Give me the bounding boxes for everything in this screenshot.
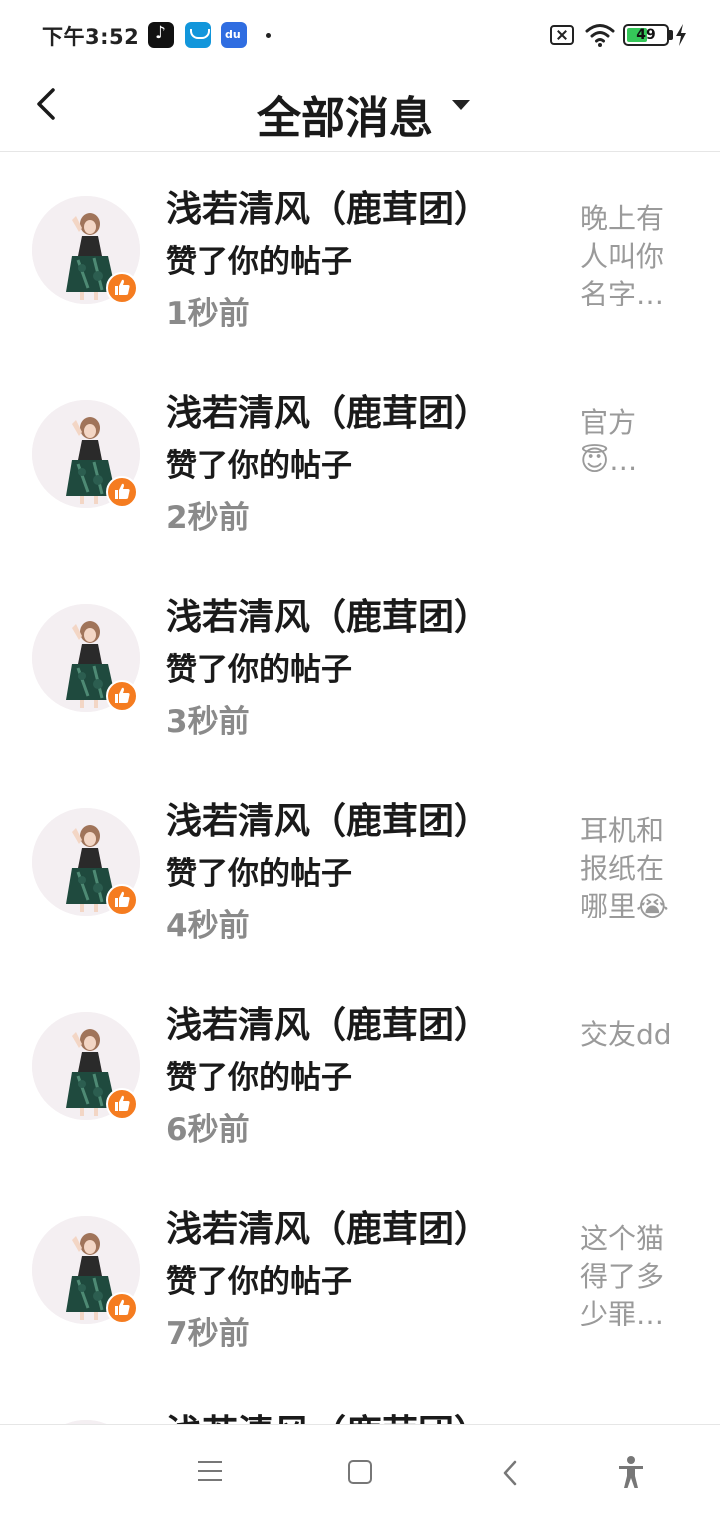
charging-icon — [676, 24, 686, 46]
list-item[interactable]: 浅若清风（鹿茸团） 赞了你的帖子 — [0, 1376, 720, 1424]
thumbs-up-icon — [106, 476, 138, 508]
time-ago: 1秒前 — [166, 296, 250, 332]
battery-icon: 49 — [623, 24, 669, 46]
sender-name: 浅若清风（鹿茸团） — [166, 1209, 491, 1250]
thumbs-up-icon — [106, 884, 138, 916]
action-text: 赞了你的帖子 — [166, 856, 352, 892]
header: 全部消息 — [0, 70, 720, 152]
list-item[interactable]: 浅若清风（鹿茸团） 赞了你的帖子 4秒前 耳机和报纸在哪里😭 — [0, 764, 720, 968]
post-preview[interactable]: 耳机和报纸在哪里😭 — [580, 812, 676, 918]
thumbs-up-icon — [106, 272, 138, 304]
sender-name: 浅若清风（鹿茸团） — [166, 189, 491, 230]
action-text: 赞了你的帖子 — [166, 448, 352, 484]
post-preview[interactable]: 这个猫得了多少罪… — [580, 1220, 676, 1326]
sender-name: 浅若清风（鹿茸团） — [166, 1005, 491, 1046]
message-list[interactable]: 浅若清风（鹿茸团） 赞了你的帖子 1秒前 晚上有人叫你名字… 浅若清风（鹿茸团）… — [0, 152, 720, 1424]
sender-name: 浅若清风（鹿茸团） — [166, 393, 491, 434]
time-ago: 2秒前 — [166, 500, 250, 536]
accessibility-icon[interactable] — [616, 1455, 646, 1489]
thumbs-up-icon — [106, 1292, 138, 1324]
thumbs-up-icon — [106, 680, 138, 712]
list-item[interactable]: 浅若清风（鹿茸团） 赞了你的帖子 7秒前 这个猫得了多少罪… — [0, 1172, 720, 1376]
action-text: 赞了你的帖子 — [166, 652, 352, 688]
chevron-down-icon[interactable] — [452, 100, 470, 110]
post-preview[interactable]: 交友dd — [580, 1016, 676, 1054]
battery-tip — [669, 30, 673, 40]
action-text: 赞了你的帖子 — [166, 1060, 352, 1096]
sender-name: 浅若清风（鹿茸团） — [166, 1404, 490, 1424]
action-text: 赞了你的帖子 — [166, 244, 352, 280]
list-item[interactable]: 浅若清风（鹿茸团） 赞了你的帖子 1秒前 晚上有人叫你名字… — [0, 152, 720, 356]
list-item[interactable]: 浅若清风（鹿茸团） 赞了你的帖子 2秒前 官方😇… — [0, 356, 720, 560]
sender-name: 浅若清风（鹿茸团） — [166, 801, 491, 842]
page-title[interactable]: 全部消息 — [0, 82, 720, 146]
mail-icon — [185, 22, 211, 48]
sender-name: 浅若清风（鹿茸团） — [166, 597, 491, 638]
status-bar: 下午3:52 49 — [0, 0, 720, 70]
baidu-icon — [221, 22, 247, 48]
thumbs-up-icon — [106, 1088, 138, 1120]
list-item[interactable]: 浅若清风（鹿茸团） 赞了你的帖子 6秒前 交友dd — [0, 968, 720, 1172]
time-ago: 3秒前 — [166, 704, 250, 740]
post-preview[interactable]: 晚上有人叫你名字… — [580, 200, 676, 306]
post-preview[interactable]: 官方😇… — [580, 404, 676, 480]
time-ago: 4秒前 — [166, 908, 250, 944]
time-ago: 7秒前 — [166, 1316, 250, 1352]
no-sim-icon — [550, 25, 574, 45]
action-text: 赞了你的帖子 — [166, 1264, 352, 1300]
status-time: 下午3:52 — [42, 25, 140, 49]
tiktok-icon — [148, 22, 174, 48]
time-ago: 6秒前 — [166, 1112, 250, 1148]
wifi-icon — [585, 24, 615, 47]
list-item[interactable]: 浅若清风（鹿茸团） 赞了你的帖子 3秒前 — [0, 560, 720, 764]
system-nav-bar — [0, 1424, 720, 1520]
menu-icon[interactable] — [198, 1461, 222, 1481]
back-icon[interactable] — [500, 1459, 520, 1487]
more-notifications-icon — [266, 33, 271, 38]
home-icon[interactable] — [348, 1460, 372, 1484]
battery-level: 49 — [636, 27, 656, 43]
